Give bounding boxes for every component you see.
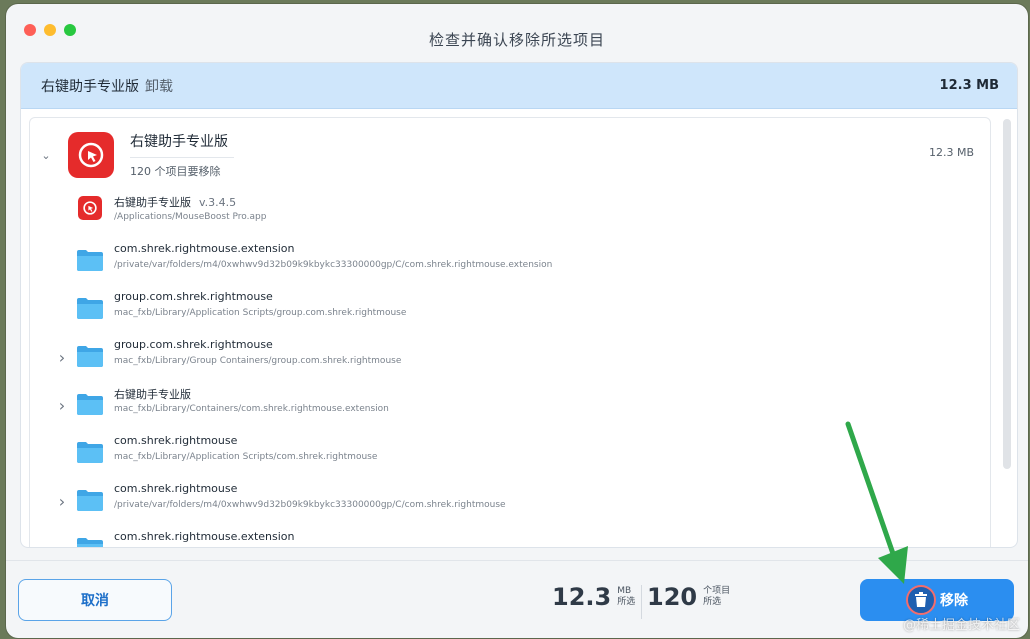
removal-panel: 右键助手专业版 卸载 12.3 MB ⌄ 右键助手专业版 120 个项目要移除 1… [20,62,1018,548]
item-name-text: com.shrek.rightmouse.extension [114,530,295,543]
item-name-text: 右键助手专业版 [114,388,191,401]
item-path: mac_fxb/Library/Group Containers/group.c… [114,356,402,366]
selected-count-value: 120 [647,583,698,611]
item-version: v.3.4.5 [199,196,237,209]
list-item[interactable]: com.shrek.rightmouse.extension [30,526,990,547]
stat-divider [641,585,642,619]
item-path: mac_fxb/Library/Containers/com.shrek.rig… [114,404,389,414]
cancel-button[interactable]: 取消 [18,579,172,621]
panel-header: 右键助手专业版 卸载 12.3 MB [21,63,1017,109]
app-icon [68,132,114,178]
item-path: /private/var/folders/m4/0xwhwv9d32b09k9k… [114,260,553,270]
item-name: group.com.shrek.rightmouse [114,290,273,303]
item-name: com.shrek.rightmouse.extension [114,530,295,543]
item-name: com.shrek.rightmouse.extension [114,242,295,255]
item-path: mac_fxb/Library/Application Scripts/com.… [114,452,378,462]
trash-icon [906,585,936,615]
uninstall-confirm-window: 检查并确认移除所选项目 右键助手专业版 卸载 12.3 MB ⌄ 右键助手专业版 … [6,4,1028,638]
item-name: com.shrek.rightmouse [114,434,237,447]
selected-size-stat: 12.3 MB 所选 [552,583,635,611]
folder-icon [76,488,104,512]
app-icon [78,196,102,220]
selected-count-stat: 120 个项目 所选 [647,583,730,611]
chevron-down-icon[interactable]: ⌄ [40,150,52,162]
scrollbar[interactable] [1001,119,1013,543]
app-name: 右键助手专业版 [130,131,234,158]
item-path: mac_fxb/Library/Application Scripts/grou… [114,308,407,318]
remove-button-label: 移除 [940,593,968,609]
folder-icon [76,536,104,547]
item-name: com.shrek.rightmouse [114,482,237,495]
chevron-right-icon[interactable]: › [56,494,68,510]
header-action: 卸载 [145,78,173,95]
item-name-text: com.shrek.rightmouse [114,434,238,447]
item-name: 右键助手专业版 [114,386,191,402]
scrollbar-thumb[interactable] [1003,119,1011,469]
window-title: 检查并确认移除所选项目 [428,31,605,49]
item-name: group.com.shrek.rightmouse [114,338,273,351]
item-name-text: com.shrek.rightmouse [114,482,238,495]
folder-icon [76,296,104,320]
header-app-name: 右键助手专业版 [41,78,139,95]
folder-icon [76,344,104,368]
selected-size-unit: MB [617,586,632,596]
item-name: 右键助手专业版 v.3.4.5 [114,194,236,210]
header-size: 12.3 MB [939,78,999,93]
list-item[interactable]: com.shrek.rightmouse.extension/private/v… [30,238,990,286]
list-item[interactable]: group.com.shrek.rightmouse mac_fxb/Librar… [30,286,990,334]
selected-count-unit: 个项目 [703,586,731,596]
folder-icon [76,440,104,464]
watermark: @稀土掘金技术社区 [902,618,1020,633]
list-item[interactable]: › com.shrek.rightmouse/private/var/folder… [30,478,990,526]
folder-icon [76,392,104,416]
folder-icon [76,248,104,272]
item-path: /Applications/MouseBoost Pro.app [114,212,267,222]
footer-bar: 取消 12.3 MB 所选 120 个项目 所选 移除 [6,560,1028,638]
list-item[interactable]: › 右键助手专业版 mac_fxb/Library/Containers/com.s… [30,382,990,430]
selected-size-value: 12.3 [552,583,612,611]
app-item-count: 120 个项目要移除 [130,165,221,178]
app-group-row[interactable]: ⌄ 右键助手专业版 120 个项目要移除 12.3 MB [30,128,990,188]
item-path: /private/var/folders/m4/0xwhwv9d32b09k9k… [114,500,506,510]
item-name-text: group.com.shrek.rightmouse [114,290,273,303]
chevron-right-icon[interactable]: › [56,350,68,366]
selected-size-label: 所选 [617,597,636,607]
list-item[interactable]: 右键助手专业版 v.3.4.5/Applications/MouseBoost P… [30,190,990,238]
item-name-text: com.shrek.rightmouse.extension [114,242,295,255]
chevron-right-icon[interactable]: › [56,398,68,414]
items-list: ⌄ 右键助手专业版 120 个项目要移除 12.3 MB 右键助手专业版 v.3.… [29,117,991,547]
selected-count-label: 所选 [703,597,722,607]
item-name-text: group.com.shrek.rightmouse [114,338,273,351]
list-item[interactable]: com.shrek.rightmouse mac_fxb/Library/Appl… [30,430,990,478]
item-name-text: 右键助手专业版 [114,196,191,209]
app-size: 12.3 MB [928,146,974,159]
list-item[interactable]: › group.com.shrek.rightmouse mac_fxb/Libra… [30,334,990,382]
